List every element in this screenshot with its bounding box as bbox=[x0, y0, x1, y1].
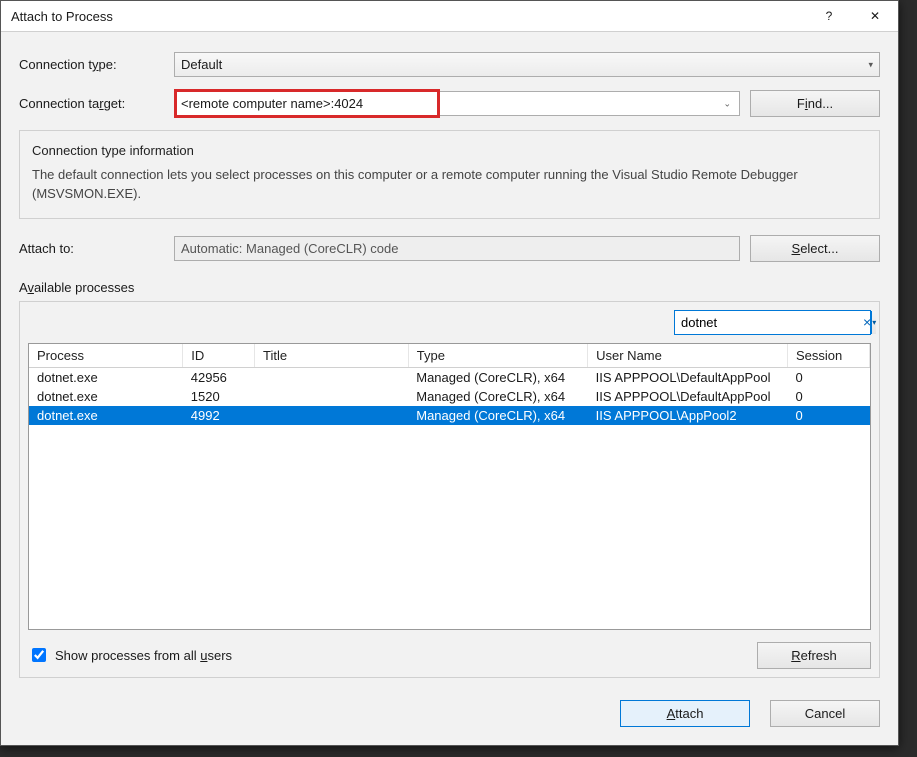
table-header-row: Process ID Title Type User Name Session bbox=[29, 344, 870, 368]
cell-sess: 0 bbox=[788, 367, 870, 387]
attach-to-value: Automatic: Managed (CoreCLR) code bbox=[181, 241, 399, 256]
col-type[interactable]: Type bbox=[408, 344, 587, 368]
find-button[interactable]: Find... bbox=[750, 90, 880, 117]
attach-to-row: Attach to: Automatic: Managed (CoreCLR) … bbox=[19, 235, 880, 262]
refresh-button[interactable]: Refresh bbox=[757, 642, 871, 669]
dialog-footer: Attach Cancel bbox=[19, 686, 880, 727]
cell-proc: dotnet.exe bbox=[29, 387, 183, 406]
col-title[interactable]: Title bbox=[255, 344, 409, 368]
col-id[interactable]: ID bbox=[183, 344, 255, 368]
cell-title bbox=[255, 406, 409, 425]
cell-type: Managed (CoreCLR), x64 bbox=[408, 406, 587, 425]
connection-target-row: Connection target: <remote computer name… bbox=[19, 89, 880, 118]
cell-type: Managed (CoreCLR), x64 bbox=[408, 367, 587, 387]
cell-title bbox=[255, 387, 409, 406]
window-title: Attach to Process bbox=[11, 9, 806, 24]
table-row[interactable]: dotnet.exe42956 Managed (CoreCLR), x64IIS… bbox=[29, 367, 870, 387]
connection-type-label: Connection type: bbox=[19, 57, 174, 72]
cell-id: 4992 bbox=[183, 406, 255, 425]
processes-panel: × ▾ Process ID Title Type bbox=[19, 301, 880, 678]
connection-type-combo[interactable]: Default ▾ bbox=[174, 52, 880, 77]
cell-user: IIS APPPOOL\AppPool2 bbox=[588, 406, 788, 425]
show-all-users-label: Show processes from all users bbox=[55, 648, 232, 663]
table-row[interactable]: dotnet.exe4992 Managed (CoreCLR), x64IIS … bbox=[29, 406, 870, 425]
process-filter[interactable]: × ▾ bbox=[674, 310, 871, 335]
connection-target-label: Connection target: bbox=[19, 96, 174, 111]
help-icon: ? bbox=[826, 9, 833, 23]
cell-type: Managed (CoreCLR), x64 bbox=[408, 387, 587, 406]
connection-target-value: <remote computer name>:4024 bbox=[181, 96, 363, 111]
show-all-users-checkbox[interactable]: Show processes from all users bbox=[28, 645, 232, 665]
attach-button[interactable]: Attach bbox=[620, 700, 750, 727]
attach-to-label: Attach to: bbox=[19, 241, 174, 256]
process-filter-input[interactable] bbox=[675, 315, 863, 330]
cell-proc: dotnet.exe bbox=[29, 406, 183, 425]
select-button[interactable]: Select... bbox=[750, 235, 880, 262]
chevron-down-icon: ▾ bbox=[868, 59, 873, 70]
cell-id: 42956 bbox=[183, 367, 255, 387]
connection-target-highlight: <remote computer name>:4024 bbox=[174, 89, 440, 118]
cell-title bbox=[255, 367, 409, 387]
cancel-button[interactable]: Cancel bbox=[770, 700, 880, 727]
attach-to-field: Automatic: Managed (CoreCLR) code bbox=[174, 236, 740, 261]
dialog-body: Connection type: Default ▾ Connection ta… bbox=[1, 32, 898, 745]
close-icon: ✕ bbox=[870, 9, 880, 23]
attach-to-process-dialog: Attach to Process ? ✕ Connection type: D… bbox=[0, 0, 899, 746]
show-all-users-input[interactable] bbox=[32, 648, 46, 662]
chevron-down-icon: ⌄ bbox=[723, 98, 731, 109]
help-button[interactable]: ? bbox=[806, 1, 852, 31]
info-body: The default connection lets you select p… bbox=[32, 165, 867, 204]
close-button[interactable]: ✕ bbox=[852, 1, 898, 31]
available-processes-label: Available processes bbox=[19, 280, 880, 295]
col-process[interactable]: Process bbox=[29, 344, 183, 368]
cell-user: IIS APPPOOL\DefaultAppPool bbox=[588, 367, 788, 387]
connection-type-info: Connection type information The default … bbox=[19, 130, 880, 219]
connection-target-combo[interactable]: ⌄ bbox=[437, 91, 740, 116]
connection-type-row: Connection type: Default ▾ bbox=[19, 52, 880, 77]
titlebar: Attach to Process ? ✕ bbox=[1, 1, 898, 32]
cell-id: 1520 bbox=[183, 387, 255, 406]
cell-sess: 0 bbox=[788, 387, 870, 406]
process-table[interactable]: Process ID Title Type User Name Session … bbox=[28, 343, 871, 630]
info-heading: Connection type information bbox=[32, 141, 867, 161]
filter-dropdown-icon[interactable]: ▾ bbox=[871, 311, 876, 334]
cell-user: IIS APPPOOL\DefaultAppPool bbox=[588, 387, 788, 406]
cell-proc: dotnet.exe bbox=[29, 367, 183, 387]
clear-filter-icon[interactable]: × bbox=[863, 314, 871, 330]
col-session[interactable]: Session bbox=[788, 344, 870, 368]
cell-sess: 0 bbox=[788, 406, 870, 425]
col-user[interactable]: User Name bbox=[588, 344, 788, 368]
connection-type-value: Default bbox=[181, 57, 222, 72]
table-row[interactable]: dotnet.exe1520 Managed (CoreCLR), x64IIS … bbox=[29, 387, 870, 406]
